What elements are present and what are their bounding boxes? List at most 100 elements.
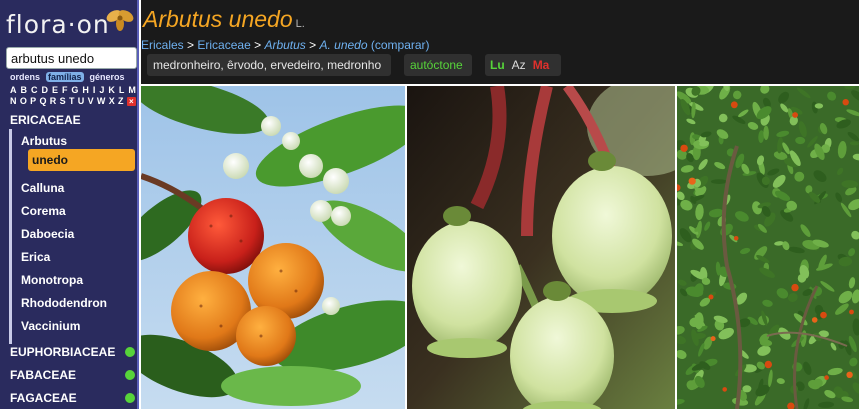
- alphabet-letter[interactable]: G: [71, 85, 78, 96]
- logo[interactable]: flora·on: [4, 6, 136, 44]
- breadcrumb-separator: >: [183, 38, 198, 52]
- genus-item[interactable]: Arbutus: [21, 131, 137, 151]
- alphabet-letter[interactable]: R: [50, 96, 57, 107]
- tree-line: [9, 129, 12, 344]
- berry: [820, 311, 827, 319]
- breadcrumb-family[interactable]: Ericaceae: [197, 38, 250, 52]
- family-label: FABACEAE: [10, 368, 77, 382]
- family-label: FAGACEAE: [10, 391, 77, 405]
- breadcrumb-species[interactable]: A. unedo: [319, 38, 367, 52]
- genus-item[interactable]: Rhododendron: [21, 293, 137, 313]
- sidebar: flora·on ordens famílias géneros ABCDEFG…: [0, 0, 139, 409]
- alphabet-letter[interactable]: Z: [118, 96, 124, 107]
- alphabet-letter[interactable]: V: [88, 96, 94, 107]
- berry: [730, 101, 738, 109]
- alphabet-row-2: N O P Q R S T U V W X Z ×: [10, 96, 136, 107]
- family-item[interactable]: EUPHORBIACEAE: [10, 342, 137, 362]
- alphabet-letter[interactable]: T: [69, 96, 75, 107]
- alphabet-letter[interactable]: E: [52, 85, 58, 96]
- region-ma: Ma: [532, 58, 550, 72]
- alphabet-letter[interactable]: M: [128, 85, 136, 96]
- alphabet-letter[interactable]: P: [30, 96, 36, 107]
- photo-fruits[interactable]: [141, 86, 405, 409]
- leaf: [742, 385, 752, 393]
- berry: [824, 375, 829, 380]
- family-item-ericaceae[interactable]: ERICACEAE: [10, 110, 137, 130]
- alphabet-letter[interactable]: B: [20, 85, 27, 96]
- breadcrumb-order[interactable]: Ericales: [141, 38, 184, 52]
- family-label: EUPHORBIACEAE: [10, 345, 116, 359]
- green-dot-icon: [125, 347, 135, 357]
- alphabet-letter[interactable]: L: [119, 85, 125, 96]
- alphabet-letter[interactable]: K: [108, 85, 115, 96]
- breadcrumb-separator: >: [305, 38, 320, 52]
- berry: [849, 309, 854, 315]
- genus-item[interactable]: Vaccinium: [21, 316, 137, 336]
- alphabet-letter[interactable]: H: [82, 85, 89, 96]
- photo-fruits-image: [141, 86, 405, 409]
- genus-item[interactable]: Monotropa: [21, 270, 137, 290]
- breadcrumb-genus[interactable]: Arbutus: [264, 38, 305, 52]
- genus-item[interactable]: Calluna: [21, 178, 137, 198]
- genus-item[interactable]: Erica: [21, 247, 137, 267]
- berry: [842, 99, 849, 106]
- berry: [846, 371, 853, 378]
- berry: [722, 387, 727, 392]
- alphabet-letter[interactable]: I: [93, 85, 96, 96]
- region-badges: Lu Az Ma: [485, 54, 561, 76]
- alphabet-letter[interactable]: A: [10, 85, 17, 96]
- rank-tabs: ordens famílias géneros: [8, 71, 136, 83]
- photo-flowers[interactable]: [407, 86, 675, 409]
- logo-text: flora·on: [6, 10, 110, 39]
- clear-filter-icon[interactable]: ×: [126, 97, 136, 106]
- alphabet-letter[interactable]: F: [62, 85, 68, 96]
- photo-shrub[interactable]: [677, 86, 859, 409]
- leaf: [763, 125, 769, 141]
- species-author: L.: [295, 18, 305, 30]
- tab-generos[interactable]: géneros: [88, 72, 127, 82]
- alphabet-row-1: ABCDEFGHIJKLM: [10, 85, 136, 96]
- alphabet-letter[interactable]: D: [41, 85, 48, 96]
- alphabet-letter[interactable]: Q: [39, 96, 46, 107]
- berry: [688, 177, 696, 185]
- photo-shrub-image: [677, 86, 859, 409]
- family-item[interactable]: FABACEAE: [10, 365, 137, 385]
- leaf: [814, 103, 824, 109]
- alphabet-letter[interactable]: O: [20, 96, 27, 107]
- page-title: Arbutus unedo L.: [143, 6, 305, 33]
- genus-item[interactable]: Daboecia: [21, 224, 137, 244]
- berry: [710, 336, 716, 342]
- berry: [733, 236, 739, 241]
- tab-ordens[interactable]: ordens: [8, 72, 42, 82]
- alphabet-letter[interactable]: W: [97, 96, 106, 107]
- berry: [792, 112, 798, 118]
- alphabet-letter[interactable]: U: [78, 96, 85, 107]
- berry: [764, 360, 772, 369]
- flower-icon: [106, 10, 134, 31]
- header: Arbutus unedo L. Ericales > Ericaceae > A…: [141, 0, 859, 84]
- photo-flowers-image: [407, 86, 675, 409]
- search-input[interactable]: [6, 47, 137, 69]
- alphabet-letter[interactable]: J: [99, 85, 104, 96]
- green-dot-icon: [125, 393, 135, 403]
- berry: [791, 283, 799, 292]
- alphabet-letter[interactable]: S: [60, 96, 66, 107]
- breadcrumb: Ericales > Ericaceae > Arbutus > A. uned…: [141, 38, 430, 52]
- species-name: Arbutus unedo: [143, 6, 293, 32]
- alphabet-letter[interactable]: N: [10, 96, 17, 107]
- tab-familias[interactable]: famílias: [46, 72, 84, 82]
- leaf: [710, 179, 727, 184]
- region-az: Az: [511, 58, 526, 72]
- breadcrumb-separator: >: [250, 38, 265, 52]
- compare-link[interactable]: (comparar): [371, 38, 430, 52]
- berry: [811, 317, 818, 323]
- alphabet-letter[interactable]: X: [109, 96, 115, 107]
- genus-item[interactable]: Corema: [21, 201, 137, 221]
- region-lu: Lu: [490, 58, 505, 72]
- family-item[interactable]: FAGACEAE: [10, 388, 137, 408]
- alphabet-letter[interactable]: C: [31, 85, 38, 96]
- common-names: medronheiro, êrvodo, ervedeiro, medronho: [147, 54, 391, 76]
- berry: [708, 294, 714, 300]
- species-item-selected[interactable]: unedo: [28, 149, 135, 171]
- native-status-badge: autóctone: [404, 54, 472, 76]
